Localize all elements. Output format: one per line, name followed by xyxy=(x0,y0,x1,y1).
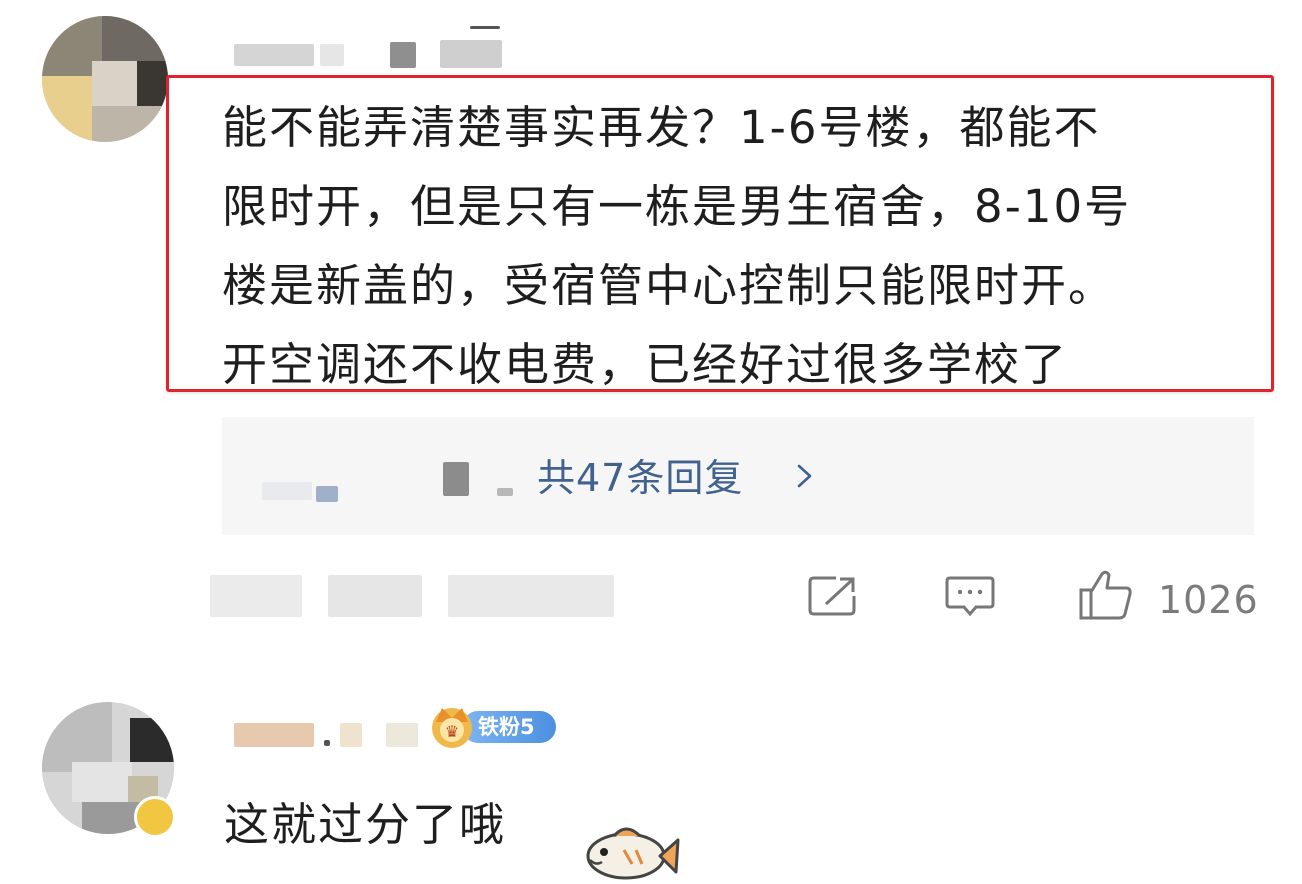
status-dot xyxy=(134,796,176,838)
comment-icon[interactable] xyxy=(944,574,996,620)
avatar[interactable] xyxy=(42,16,168,142)
comment-text: 能不能弄清楚事实再发？1-6号楼，都能不 限时开，但是只有一栋是男生宿舍，8-1… xyxy=(222,101,1132,391)
crown-badge-icon: ♛ xyxy=(432,708,472,748)
share-icon[interactable] xyxy=(806,574,860,618)
thumbs-up-icon[interactable] xyxy=(1078,568,1134,622)
comment-text: 这就过分了哦 xyxy=(224,798,507,851)
view-replies-link[interactable]: 共47条回复 xyxy=(537,453,743,503)
chevron-right-icon[interactable] xyxy=(795,463,815,489)
fan-badge-label: 铁粉5 xyxy=(478,715,535,739)
like-count: 1026 xyxy=(1158,578,1259,622)
fish-sticker-icon xyxy=(586,827,680,880)
svg-text:♛: ♛ xyxy=(445,722,459,741)
